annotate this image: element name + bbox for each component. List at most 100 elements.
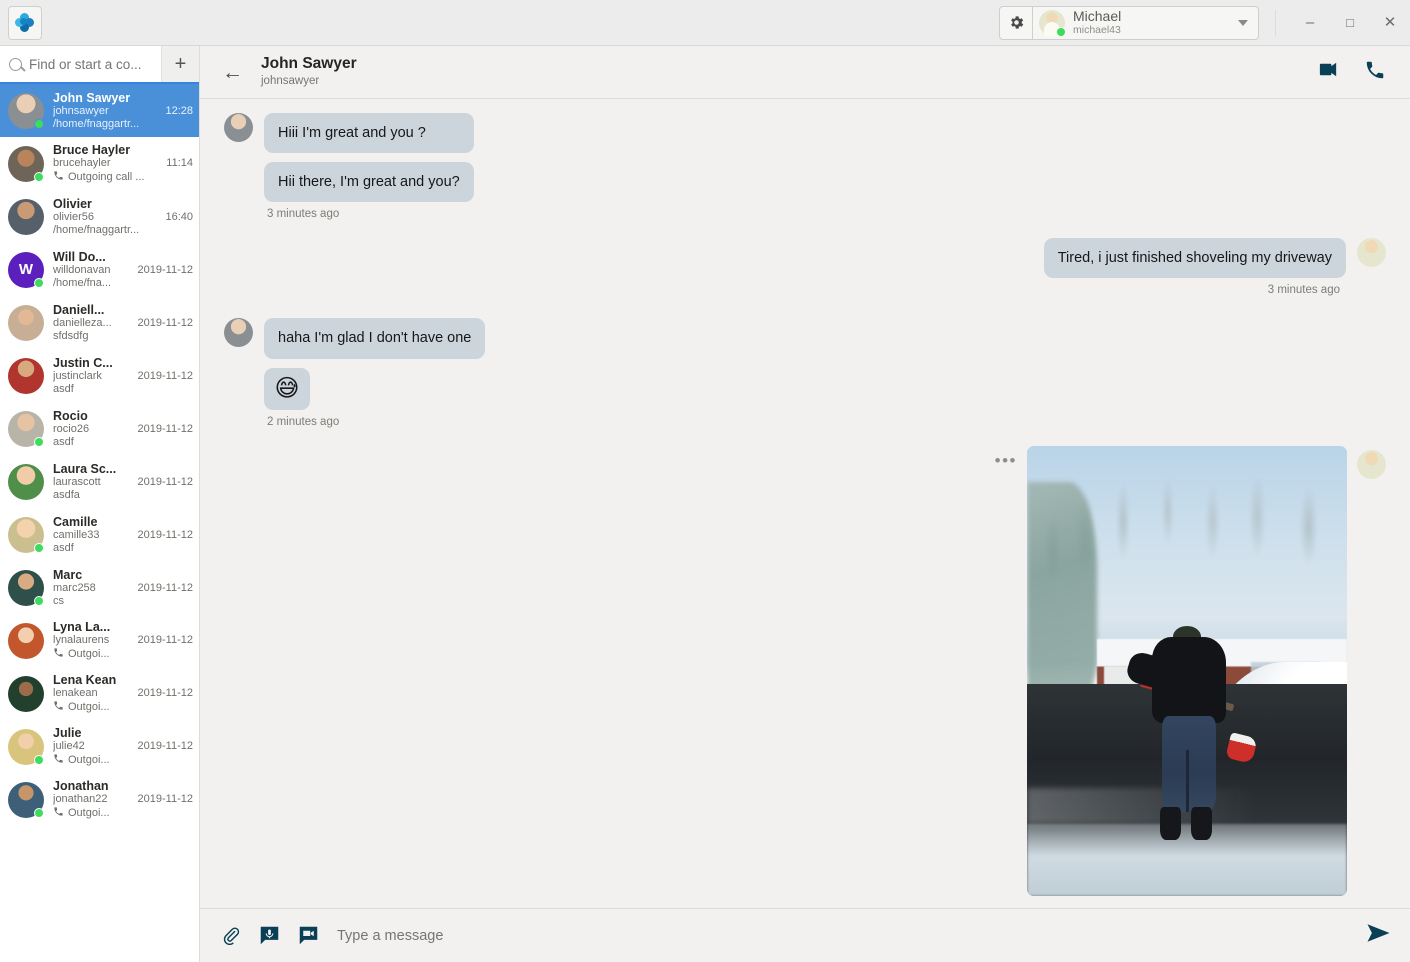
online-status-dot <box>34 119 44 129</box>
chevron-down-icon[interactable] <box>1238 20 1248 26</box>
more-options-icon[interactable]: ••• <box>995 452 1017 469</box>
contact-preview: Outgoi... <box>68 701 110 714</box>
contact-preview: Outgoi... <box>68 648 110 661</box>
message-input[interactable] <box>337 928 1347 944</box>
contact-list-item[interactable]: Daniell...danielleza...2019-11-12sfdsdfg <box>0 296 199 349</box>
voice-message-icon[interactable] <box>259 925 280 946</box>
contact-preview: asdf <box>53 383 74 396</box>
contact-name: Rocio <box>53 409 88 423</box>
contact-list-item[interactable]: Laura Sc...laurascott2019-11-12asdfa <box>0 455 199 508</box>
avatar <box>224 318 253 347</box>
search-input[interactable] <box>29 57 161 72</box>
contact-username-row: rocio262019-11-12 <box>53 423 193 436</box>
contact-list-item[interactable]: Olivierolivier5616:40/home/fnaggartr... <box>0 190 199 243</box>
contact-list-item[interactable]: Juliejulie422019-11-12Outgoi... <box>0 720 199 773</box>
contact-list-item[interactable]: Jonathanjonathan222019-11-12Outgoi... <box>0 773 199 826</box>
phone-icon <box>53 753 64 768</box>
contact-list: John Sawyerjohnsawyer12:28/home/fnaggart… <box>0 84 199 962</box>
contact-timestamp: 2019-11-12 <box>134 423 193 436</box>
contact-preview: asdf <box>53 542 74 555</box>
contact-meta: Juliejulie422019-11-12Outgoi... <box>53 726 193 768</box>
contact-name: Marc <box>53 568 82 582</box>
add-conversation-button[interactable]: + <box>161 46 199 82</box>
contact-meta: Camillecamille332019-11-12asdf <box>53 515 193 555</box>
contact-meta: Will Do...willdonavan2019-11-12/home/fna… <box>53 250 193 290</box>
contact-timestamp: 2019-11-12 <box>134 370 193 383</box>
contact-username: rocio26 <box>53 423 134 436</box>
contact-preview-row: Outgoi... <box>53 700 193 715</box>
message-bubble[interactable]: haha I'm glad I don't have one <box>264 318 485 358</box>
minimize-button[interactable]: – <box>1290 15 1330 30</box>
contact-list-item[interactable]: Camillecamille332019-11-12asdf <box>0 508 199 561</box>
contact-preview: asdfa <box>53 489 80 502</box>
contact-preview-row: asdf <box>53 383 193 396</box>
message-group: Hiii I'm great and you ? Hii there, I'm g… <box>224 113 1386 202</box>
contact-username-row: danielleza...2019-11-12 <box>53 317 193 330</box>
contact-username: lynalaurens <box>53 634 134 647</box>
contact-timestamp: 2019-11-12 <box>134 529 193 542</box>
contact-name-row: Olivier <box>53 197 193 211</box>
avatar <box>224 113 253 142</box>
contact-list-item[interactable]: Justin C...justinclark2019-11-12asdf <box>0 349 199 402</box>
contact-name: Jonathan <box>53 779 109 793</box>
message-image[interactable] <box>1027 446 1347 896</box>
contact-list-item[interactable]: Lyna La...lynalaurens2019-11-12Outgoi... <box>0 614 199 667</box>
contact-list-item[interactable]: WWill Do...willdonavan2019-11-12/home/fn… <box>0 243 199 296</box>
contact-username-row: lenakean2019-11-12 <box>53 687 193 700</box>
contact-preview-row: asdf <box>53 436 193 449</box>
contact-username-row: jonathan222019-11-12 <box>53 793 193 806</box>
avatar <box>1357 450 1386 479</box>
phone-icon[interactable] <box>1364 59 1386 86</box>
account-name: Michael <box>1073 9 1230 24</box>
emoji-bubble[interactable]: 😅 <box>264 368 310 410</box>
video-message-icon[interactable] <box>298 925 319 946</box>
contact-list-item[interactable]: Bruce Haylerbrucehayler11:14Outgoing cal… <box>0 137 199 190</box>
send-icon[interactable] <box>1365 922 1392 949</box>
contact-name-row: Bruce Hayler <box>53 143 193 157</box>
contact-name-row: Marc <box>53 568 193 582</box>
contact-name-row: Jonathan <box>53 779 193 793</box>
title-bar: Michael michael43 – □ ✕ <box>0 0 1410 46</box>
contact-meta: John Sawyerjohnsawyer12:28/home/fnaggart… <box>53 91 193 131</box>
gear-icon[interactable] <box>999 6 1033 40</box>
chat-header-actions <box>1317 58 1386 86</box>
contact-list-item[interactable]: John Sawyerjohnsawyer12:28/home/fnaggart… <box>0 84 199 137</box>
contact-preview: Outgoi... <box>68 754 110 767</box>
photo-jeans-split <box>1186 750 1189 812</box>
contact-meta: Laura Sc...laurascott2019-11-12asdfa <box>53 462 193 502</box>
contact-list-item[interactable]: Marcmarc2582019-11-12cs <box>0 561 199 614</box>
contact-username: camille33 <box>53 529 134 542</box>
back-arrow-icon[interactable]: ← <box>218 60 247 85</box>
close-button[interactable]: ✕ <box>1370 15 1410 30</box>
message-timestamp: 2 minutes ago <box>267 416 1386 428</box>
contact-username-row: lynalaurens2019-11-12 <box>53 634 193 647</box>
account-selector[interactable]: Michael michael43 <box>1033 6 1259 40</box>
avatar <box>8 623 44 659</box>
message-bubble[interactable]: Hiii I'm great and you ? <box>264 113 474 153</box>
message-bubble[interactable]: Hii there, I'm great and you? <box>264 162 474 202</box>
search-row: + <box>0 46 199 84</box>
contact-name: Laura Sc... <box>53 462 116 476</box>
message-list: Hiii I'm great and you ? Hii there, I'm g… <box>200 99 1410 908</box>
video-camera-icon[interactable] <box>1317 58 1340 86</box>
contact-username: jonathan22 <box>53 793 134 806</box>
contact-timestamp: 12:28 <box>161 105 193 118</box>
contact-username-row: camille332019-11-12 <box>53 529 193 542</box>
maximize-button[interactable]: □ <box>1330 16 1370 29</box>
online-status-dot <box>34 596 44 606</box>
contact-timestamp: 2019-11-12 <box>134 793 193 806</box>
message-timestamp: 3 minutes ago <box>224 284 1340 296</box>
contact-timestamp: 2019-11-12 <box>134 476 193 489</box>
message-bubble[interactable]: Tired, i just finished shoveling my driv… <box>1044 238 1346 278</box>
contact-list-item[interactable]: Rociorocio262019-11-12asdf <box>0 402 199 455</box>
app-menu-button[interactable] <box>8 6 42 40</box>
contact-list-item[interactable]: Lena Keanlenakean2019-11-12Outgoi... <box>0 667 199 720</box>
avatar <box>1357 238 1386 267</box>
paperclip-icon[interactable] <box>222 926 241 945</box>
search-box[interactable] <box>0 46 161 82</box>
contact-preview-row: cs <box>53 595 193 608</box>
contact-preview-row: /home/fnaggartr... <box>53 224 193 237</box>
avatar <box>8 305 44 341</box>
contact-username: lenakean <box>53 687 134 700</box>
photo-jeans <box>1162 716 1215 811</box>
